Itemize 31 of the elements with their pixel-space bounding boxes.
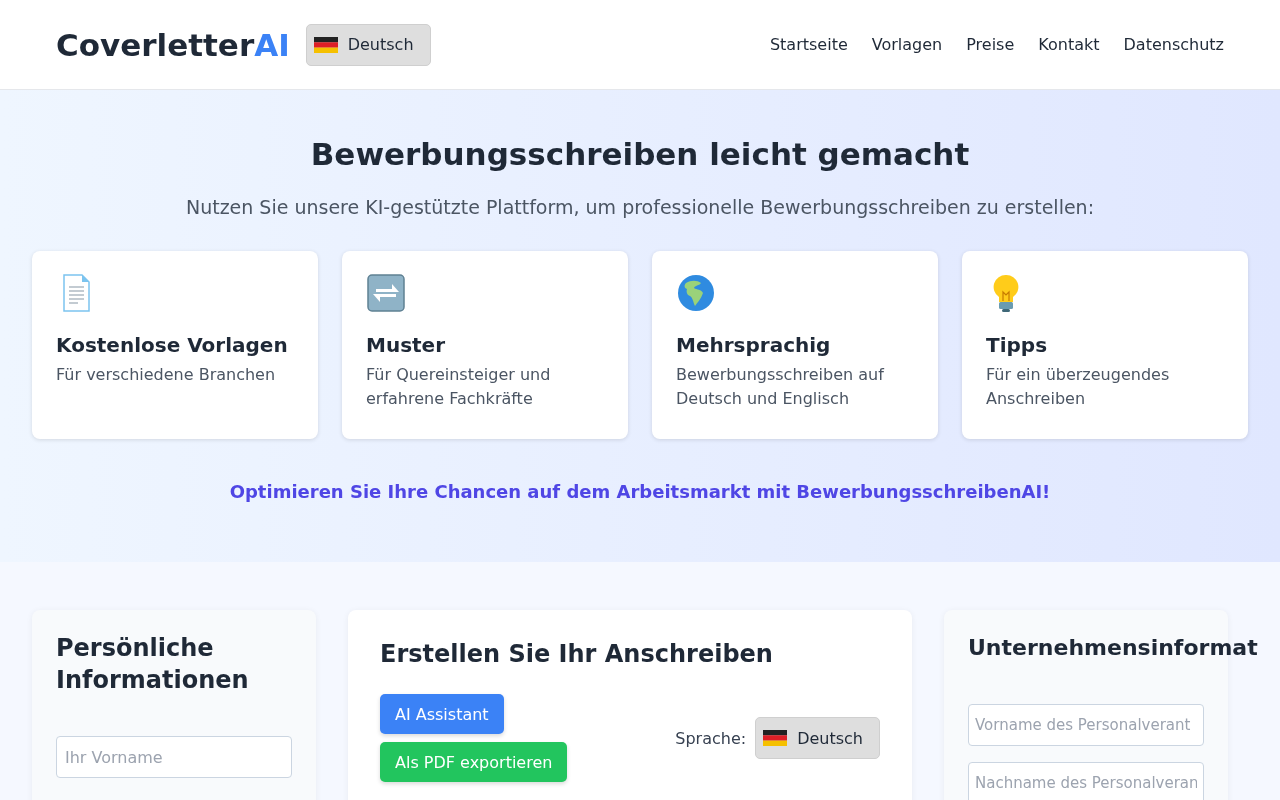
hero-subtitle: Nutzen Sie unsere KI-gestützte Plattform, um professionelle Bewerbungsschreiben zu erstellen: [185, 196, 1095, 218]
input-field[interactable]: Vorname des Personalverant [968, 704, 1204, 746]
nav-link[interactable]: Preise [966, 35, 1015, 54]
panel-title: Unternehmensinformat [968, 634, 1258, 662]
language-button[interactable]: Deutsch [305, 23, 431, 66]
panel-title: Erstellen Sie Ihr Anschreiben [380, 640, 774, 668]
flag-icon [763, 730, 788, 746]
input-field[interactable]: Nachname des Personalveran [968, 762, 1204, 800]
input-field[interactable]: Ihr Vorname [56, 736, 292, 778]
language-button[interactable]: Deutsch [755, 717, 880, 759]
logo[interactable]: CoverletterAI [56, 26, 290, 63]
feature-icon [366, 273, 406, 313]
feature-title: Muster [366, 333, 447, 357]
feature-text: Für verschiedene Branchen [56, 364, 277, 386]
feature-text: Für ein überzeugendes Anschreiben [986, 364, 1171, 410]
feature-icon [676, 273, 716, 313]
feature-title: Tipps [986, 333, 1049, 357]
nav-link[interactable]: Datenschutz [1123, 35, 1224, 54]
feature-title: Kostenlose Vorlagen [56, 333, 289, 357]
action-button[interactable]: AI Assistant [380, 694, 504, 734]
feature-text: Bewerbungsschreiben auf Deutsch und Englisch [676, 364, 886, 410]
feature-text: Für Quereinsteiger und erfahrene Fachkräfte [366, 364, 552, 410]
language-label: Sprache: [675, 728, 747, 748]
nav-link[interactable]: Vorlagen [871, 35, 943, 54]
tagline: Optimieren Sie Ihre Chancen auf dem Arbeitsmarkt mit BewerbungsschreibenAI! [229, 481, 1051, 502]
flag-icon [313, 36, 338, 53]
hero-title: Bewerbungsschreiben leicht gemacht [310, 136, 970, 172]
nav-link[interactable]: Startseite [769, 35, 848, 54]
panel-title: Persönliche Informationen [56, 633, 250, 696]
feature-title: Mehrsprachig [676, 333, 832, 357]
nav-link[interactable]: Kontakt [1038, 35, 1100, 54]
